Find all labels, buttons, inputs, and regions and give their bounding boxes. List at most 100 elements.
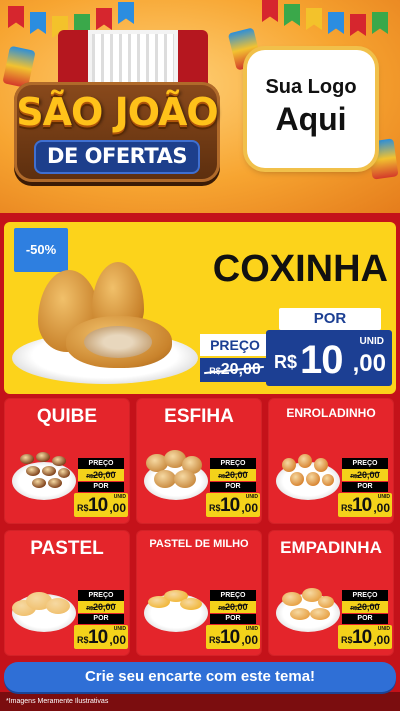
new-price-cents: ,00	[352, 350, 386, 377]
food-item-image	[174, 470, 196, 488]
new-price-integer: 10	[352, 627, 372, 648]
new-price-cents: ,00	[373, 501, 390, 515]
old-price-label: PREÇO	[210, 590, 256, 601]
food-item-image	[282, 592, 302, 606]
new-price-currency: R$	[274, 352, 298, 372]
food-item-image	[298, 454, 312, 468]
product-card[interactable]: EMPADINHA PREÇO R$20,00 POR R$ 10 UNID ,…	[268, 530, 394, 656]
food-image	[140, 580, 208, 640]
new-price-cents: ,00	[109, 633, 126, 647]
new-price-integer: 10	[220, 495, 240, 516]
new-price-currency: R$	[341, 635, 353, 645]
old-price-label: PREÇO	[78, 458, 124, 469]
coxinha-filling-image	[84, 326, 152, 358]
new-price-label: POR	[78, 482, 124, 492]
disclaimer: *Imagens Meramente Ilustrativas	[6, 698, 109, 705]
logo-text-line2: Aqui	[275, 101, 347, 137]
new-price-currency: R$	[77, 635, 89, 645]
food-item-image	[290, 608, 310, 620]
food-item-image	[42, 466, 56, 476]
bunting-flag	[328, 12, 344, 34]
old-price-label: PREÇO	[200, 334, 270, 356]
food-item-image	[180, 598, 202, 610]
new-price-label: POR	[78, 614, 124, 624]
new-price-currency: R$	[209, 503, 221, 513]
food-item-image	[318, 596, 334, 608]
bunting-flag	[306, 8, 322, 30]
bunting-flag	[262, 0, 278, 22]
title-plate: SÃO JOÃO DE OFERTAS	[14, 82, 220, 182]
new-price-integer: 10	[88, 627, 108, 648]
food-item-image	[20, 454, 34, 464]
food-image	[140, 448, 208, 508]
product-card[interactable]: PASTEL PREÇO R$20,00 POR R$ 10 UNID ,00	[4, 530, 130, 656]
old-price-label: PREÇO	[342, 458, 388, 469]
featured-product-card[interactable]: -50% COXINHA PREÇO R$20,00 POR R$ 10 UNI…	[4, 222, 396, 394]
product-card[interactable]: QUIBE PREÇO R$20,00 POR R$ 10 UNID ,00	[4, 398, 130, 524]
product-name: ENROLADINHO	[286, 406, 376, 420]
bunting-flag	[8, 6, 24, 28]
new-price-cents: ,00	[373, 633, 390, 647]
new-price-label: POR	[210, 614, 256, 624]
unit-label: UNID	[245, 626, 258, 632]
food-item-image	[154, 470, 176, 488]
food-item-image	[306, 472, 320, 486]
food-item-image	[290, 472, 304, 486]
new-price-cents: ,00	[109, 501, 126, 515]
old-price-label: PREÇO	[78, 590, 124, 601]
new-price-integer: 10	[220, 627, 240, 648]
new-price-label: POR	[210, 482, 256, 492]
featured-product-name: COXINHA	[212, 248, 388, 290]
food-item-image	[322, 474, 334, 486]
new-price-cents: ,00	[241, 633, 258, 647]
product-name: PASTEL DE MILHO	[149, 538, 249, 550]
new-price-cents: ,00	[241, 501, 258, 515]
product-card[interactable]: ESFIHA PREÇO R$20,00 POR R$ 10 UNID ,00	[136, 398, 262, 524]
food-item-image	[46, 598, 70, 614]
new-price-currency: R$	[209, 635, 221, 645]
food-item-image	[314, 458, 328, 472]
product-name: PASTEL	[30, 538, 104, 559]
page-subtitle: DE OFERTAS	[47, 144, 187, 168]
bunting-flag	[284, 4, 300, 26]
food-item-image	[32, 478, 46, 488]
old-price-label: PREÇO	[342, 590, 388, 601]
page-title: SÃO JOÃO	[16, 90, 218, 134]
bunting-flag	[118, 2, 134, 24]
new-price: R$ 10 UNID ,00	[338, 493, 392, 517]
food-item-image	[282, 458, 296, 472]
bunting-flag	[372, 12, 388, 34]
unit-label: UNID	[113, 494, 126, 500]
product-name: EMPADINHA	[280, 538, 382, 557]
new-price: R$ 10 UNID ,00	[338, 625, 392, 649]
new-price: R$ 10 UNID ,00	[266, 330, 392, 386]
create-flyer-button[interactable]: Crie seu encarte com este tema!	[4, 662, 396, 692]
old-price-label: PREÇO	[210, 458, 256, 469]
food-image	[8, 448, 76, 508]
food-item-image	[310, 608, 330, 620]
food-item-image	[26, 466, 40, 476]
new-price-integer: 10	[300, 338, 343, 382]
new-price-label: POR	[342, 614, 388, 624]
new-price-integer: 10	[352, 495, 372, 516]
unit-label: UNID	[377, 494, 390, 500]
product-name: QUIBE	[36, 406, 98, 427]
new-price-currency: R$	[341, 503, 353, 513]
product-card[interactable]: ENROLADINHO PREÇO R$20,00 POR R$ 10 UNID…	[268, 398, 394, 524]
logo-placeholder[interactable]: Sua Logo Aqui	[247, 50, 375, 168]
bunting-flag	[350, 14, 366, 36]
food-item-image	[48, 478, 62, 488]
food-image	[272, 580, 340, 640]
unit-label: UNID	[377, 626, 390, 632]
new-price: R$ 10 UNID ,00	[74, 625, 128, 649]
product-card[interactable]: PASTEL DE MILHO PREÇO R$20,00 POR R$ 10 …	[136, 530, 262, 656]
food-item-image	[58, 468, 70, 478]
new-price: R$ 10 UNID ,00	[206, 625, 260, 649]
bunting-flag	[96, 8, 112, 30]
food-image	[272, 448, 340, 508]
new-price-label: POR	[342, 482, 388, 492]
food-image	[8, 580, 76, 640]
new-price: R$ 10 UNID ,00	[206, 493, 260, 517]
food-item-image	[52, 456, 66, 466]
bunting-flag	[30, 12, 46, 34]
